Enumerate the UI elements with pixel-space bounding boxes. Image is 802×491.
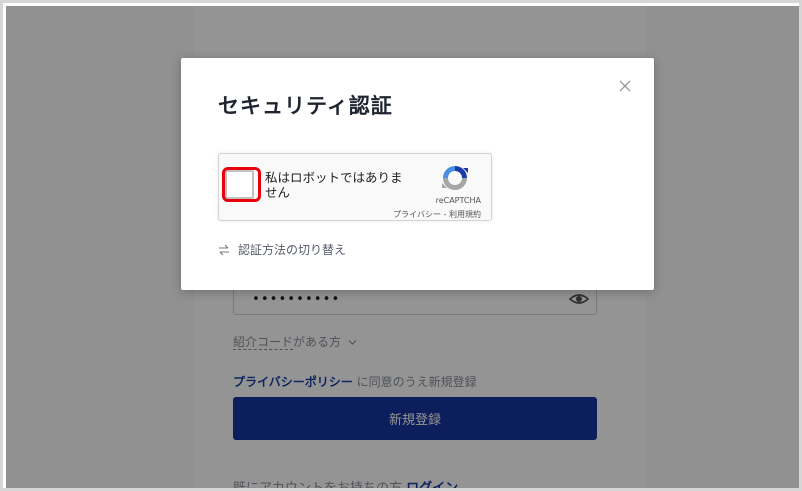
highlight-box — [222, 167, 261, 202]
recaptcha-widget: 私はロボットではありません reCAPTCHA プライバシー - 利用規約 — [218, 153, 492, 221]
switch-method-label: 認証方法の切り替え — [238, 243, 347, 257]
swap-arrows-icon — [219, 244, 229, 255]
recaptcha-links-separator: - — [441, 210, 449, 219]
recaptcha-links: プライバシー - 利用規約 — [393, 209, 481, 220]
close-icon[interactable] — [617, 78, 633, 94]
recaptcha-logo-icon — [442, 166, 468, 190]
recaptcha-privacy-link[interactable]: プライバシー — [393, 210, 441, 219]
security-verification-modal: セキュリティ認証 私はロボットではありません reCAPTCHA プライバシー … — [181, 58, 654, 290]
switch-verification-method[interactable]: 認証方法の切り替え — [218, 241, 346, 258]
recaptcha-brand: reCAPTCHA — [435, 196, 481, 205]
modal-title: セキュリティ認証 — [218, 94, 393, 118]
screenshot-frame: •••••••••• 紹介コードがある方 プライバシーポリシー に同意のうえ新規… — [0, 0, 802, 491]
recaptcha-label: 私はロボットではありません — [265, 170, 403, 200]
recaptcha-terms-link[interactable]: 利用規約 — [449, 210, 481, 219]
